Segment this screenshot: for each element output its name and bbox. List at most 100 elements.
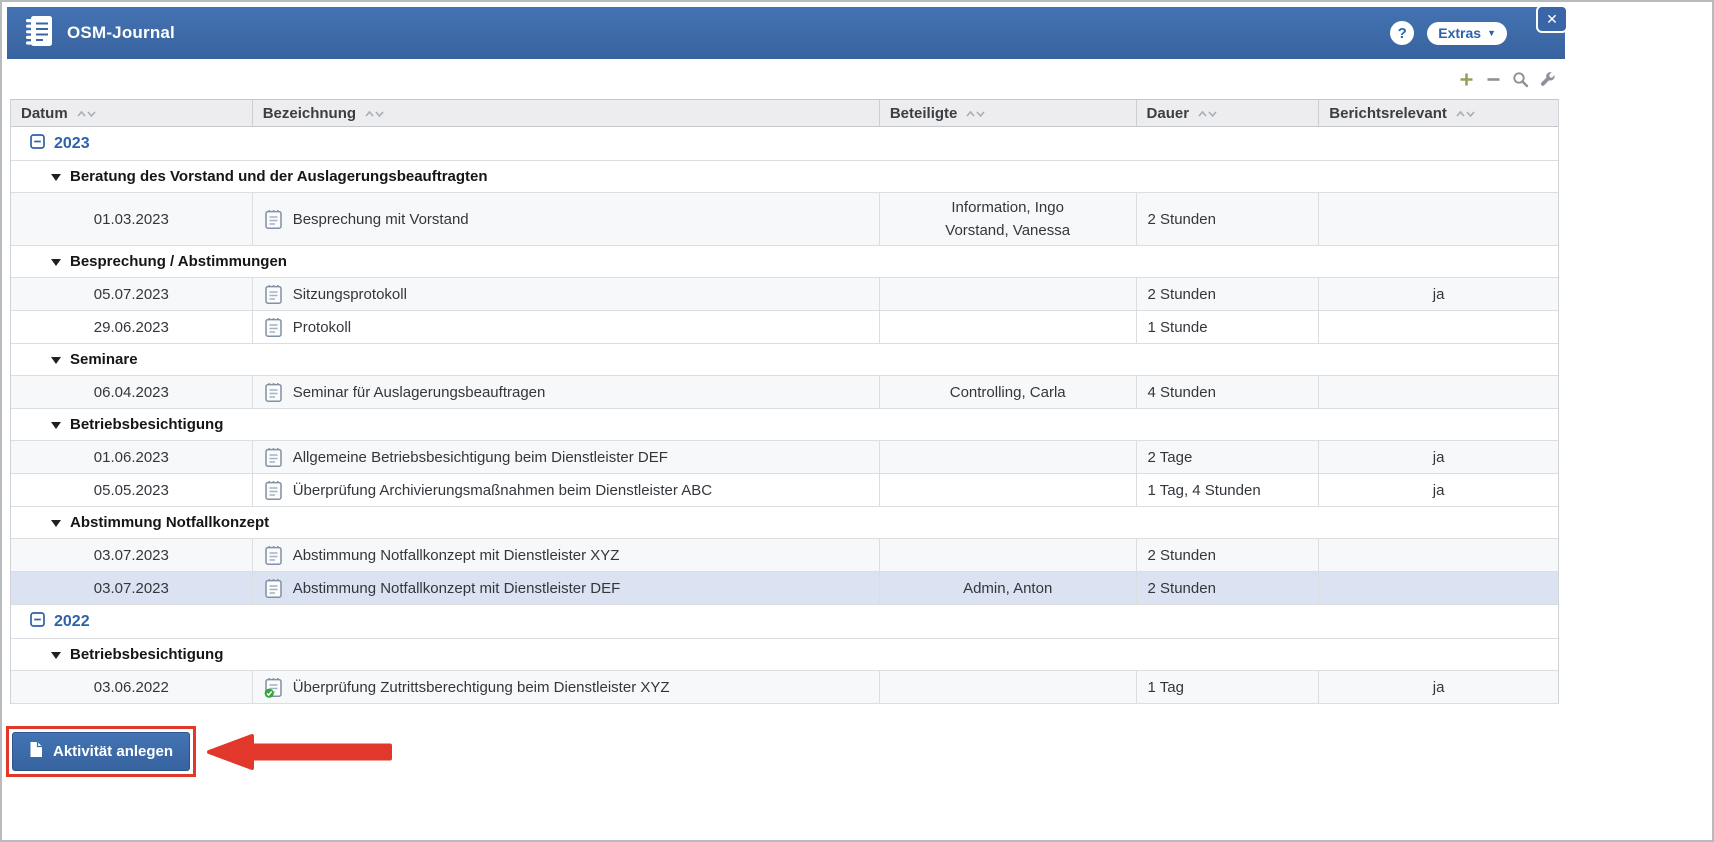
column-header-label: Bezeichnung <box>263 105 356 122</box>
cell-datum: 03.07.2023 <box>11 539 253 571</box>
subgroup-row[interactable]: Seminare <box>11 344 1558 376</box>
cell-bezeichnung: Protokoll <box>253 311 880 343</box>
column-header-label: Dauer <box>1147 105 1190 122</box>
collapse-triangle-icon[interactable] <box>51 174 61 181</box>
subgroup-row[interactable]: Abstimmung Notfallkonzept <box>11 507 1558 539</box>
cell-dauer: 2 Stunden <box>1137 572 1320 604</box>
sort-icon[interactable] <box>76 105 97 122</box>
caret-down-icon: ▼ <box>1487 29 1496 38</box>
titlebar-left: OSM-Journal <box>23 14 175 53</box>
cell-bezeichnung: Überprüfung Archivierungsmaßnahmen beim … <box>253 474 880 506</box>
cell-berichtsrelevant: ja <box>1319 474 1558 506</box>
cell-beteiligte <box>880 539 1137 571</box>
column-header-label: Beteiligte <box>890 105 958 122</box>
table-row[interactable]: 01.03.2023Besprechung mit VorstandInform… <box>11 193 1558 246</box>
bezeichnung-text: Protokoll <box>293 319 351 336</box>
bezeichnung-text: Überprüfung Zutrittsberechtigung beim Di… <box>293 679 670 696</box>
table-row[interactable]: 05.05.2023Überprüfung Archivierungsmaßna… <box>11 474 1558 507</box>
collapse-triangle-icon[interactable] <box>51 652 61 659</box>
note-icon <box>264 578 283 599</box>
cell-bezeichnung: Überprüfung Zutrittsberechtigung beim Di… <box>253 671 880 703</box>
add-icon[interactable] <box>1457 70 1475 88</box>
collapse-minus-icon[interactable] <box>30 134 45 154</box>
app-window: OSM-Journal ? Extras ▼ ✕ Datum Bezeichnun… <box>0 0 1714 842</box>
collapse-triangle-icon[interactable] <box>51 357 61 364</box>
table-row[interactable]: 03.07.2023 Abstimmung Notfallkonzept mit … <box>11 572 1558 605</box>
column-header-label: Datum <box>21 105 68 122</box>
cell-bezeichnung: Abstimmung Notfallkonzept mit Dienstleis… <box>253 572 880 604</box>
table-row[interactable]: 03.07.2023Abstimmung Notfallkonzept mit … <box>11 539 1558 572</box>
subgroup-row[interactable]: Beratung des Vorstand und der Auslagerun… <box>11 161 1558 193</box>
column-header-2[interactable]: Beteiligte <box>880 100 1137 126</box>
bezeichnung-text: Abstimmung Notfallkonzept mit Dienstleis… <box>293 580 621 597</box>
cell-beteiligte: Information, IngoVorstand, Vanessa <box>880 193 1137 245</box>
cell-beteiligte <box>880 474 1137 506</box>
note-check-icon <box>264 677 283 698</box>
customize-icon[interactable] <box>1538 70 1556 88</box>
sort-icon[interactable] <box>1197 105 1218 122</box>
cell-datum: 06.04.2023 <box>11 376 253 408</box>
cell-bezeichnung: Allgemeine Betriebsbesichtigung beim Die… <box>253 441 880 473</box>
help-button[interactable]: ? <box>1390 21 1414 45</box>
sort-icon[interactable] <box>364 105 385 122</box>
extras-button[interactable]: Extras ▼ <box>1427 22 1507 45</box>
sort-icon[interactable] <box>1455 105 1476 122</box>
note-icon <box>264 480 283 501</box>
subgroup-label: Abstimmung Notfallkonzept <box>70 514 269 531</box>
cell-berichtsrelevant <box>1319 572 1558 604</box>
create-activity-button[interactable]: Aktivität anlegen <box>12 732 190 771</box>
cell-bezeichnung: Abstimmung Notfallkonzept mit Dienstleis… <box>253 539 880 571</box>
page-title: OSM-Journal <box>67 23 175 43</box>
collapse-icon[interactable] <box>1484 70 1502 88</box>
cell-dauer: 2 Stunden <box>1137 539 1320 571</box>
column-header-3[interactable]: Dauer <box>1137 100 1320 126</box>
beteiligte-name: Controlling, Carla <box>950 382 1066 403</box>
cell-berichtsrelevant <box>1319 539 1558 571</box>
table-row[interactable]: 29.06.2023Protokoll1 Stunde <box>11 311 1558 344</box>
cell-berichtsrelevant <box>1319 376 1558 408</box>
beteiligte-name: Vorstand, Vanessa <box>945 220 1070 241</box>
subgroup-row[interactable]: Betriebsbesichtigung <box>11 639 1558 671</box>
table-row[interactable]: 05.07.2023Sitzungsprotokoll2 Stundenja <box>11 278 1558 311</box>
subgroup-row[interactable]: Besprechung / Abstimmungen <box>11 246 1558 278</box>
collapse-triangle-icon[interactable] <box>51 520 61 527</box>
table-row[interactable]: 06.04.2023 Seminar für Auslagerungsbeauft… <box>11 376 1558 409</box>
annotation-highlight-box: Aktivität anlegen <box>6 726 196 777</box>
collapse-triangle-icon[interactable] <box>51 422 61 429</box>
column-header-4[interactable]: Berichtsrelevant <box>1319 100 1558 126</box>
subgroup-row[interactable]: Betriebsbesichtigung <box>11 409 1558 441</box>
sort-icon[interactable] <box>965 105 986 122</box>
titlebar-right: ? Extras ▼ <box>1390 21 1507 45</box>
cell-dauer: 4 Stunden <box>1137 376 1320 408</box>
search-icon[interactable] <box>1511 70 1529 88</box>
extras-label: Extras <box>1438 25 1481 41</box>
note-icon <box>264 545 283 566</box>
column-header-1[interactable]: Bezeichnung <box>253 100 880 126</box>
collapse-minus-icon[interactable] <box>30 612 45 632</box>
table-row[interactable]: 03.06.2022 Überprüfung Zutrittsberechtigu… <box>11 671 1558 704</box>
group-row-year[interactable]: 2023 <box>11 127 1558 161</box>
column-header-0[interactable]: Datum <box>11 100 253 126</box>
bezeichnung-text: Allgemeine Betriebsbesichtigung beim Die… <box>293 449 668 466</box>
note-icon <box>264 284 283 305</box>
cell-datum: 03.07.2023 <box>11 572 253 604</box>
bezeichnung-text: Besprechung mit Vorstand <box>293 211 469 228</box>
close-button[interactable]: ✕ <box>1536 5 1568 33</box>
note-icon <box>264 447 283 468</box>
cell-datum: 03.06.2022 <box>11 671 253 703</box>
cell-datum: 01.06.2023 <box>11 441 253 473</box>
cell-bezeichnung: Besprechung mit Vorstand <box>253 193 880 245</box>
cell-datum: 29.06.2023 <box>11 311 253 343</box>
group-year-label: 2022 <box>54 613 90 631</box>
subgroup-label: Betriebsbesichtigung <box>70 646 223 663</box>
create-activity-label: Aktivität anlegen <box>53 743 173 760</box>
document-icon <box>29 741 43 762</box>
group-row-year[interactable]: 2022 <box>11 605 1558 639</box>
table-header-row: Datum Bezeichnung Beteiligte Dauer Berichtsr… <box>11 99 1558 127</box>
cell-berichtsrelevant <box>1319 193 1558 245</box>
cell-bezeichnung: Sitzungsprotokoll <box>253 278 880 310</box>
table-row[interactable]: 01.06.2023 Allgemeine Betriebsbesichtigun… <box>11 441 1558 474</box>
bezeichnung-text: Seminar für Auslagerungsbeauftragen <box>293 384 546 401</box>
cell-datum: 05.07.2023 <box>11 278 253 310</box>
collapse-triangle-icon[interactable] <box>51 259 61 266</box>
